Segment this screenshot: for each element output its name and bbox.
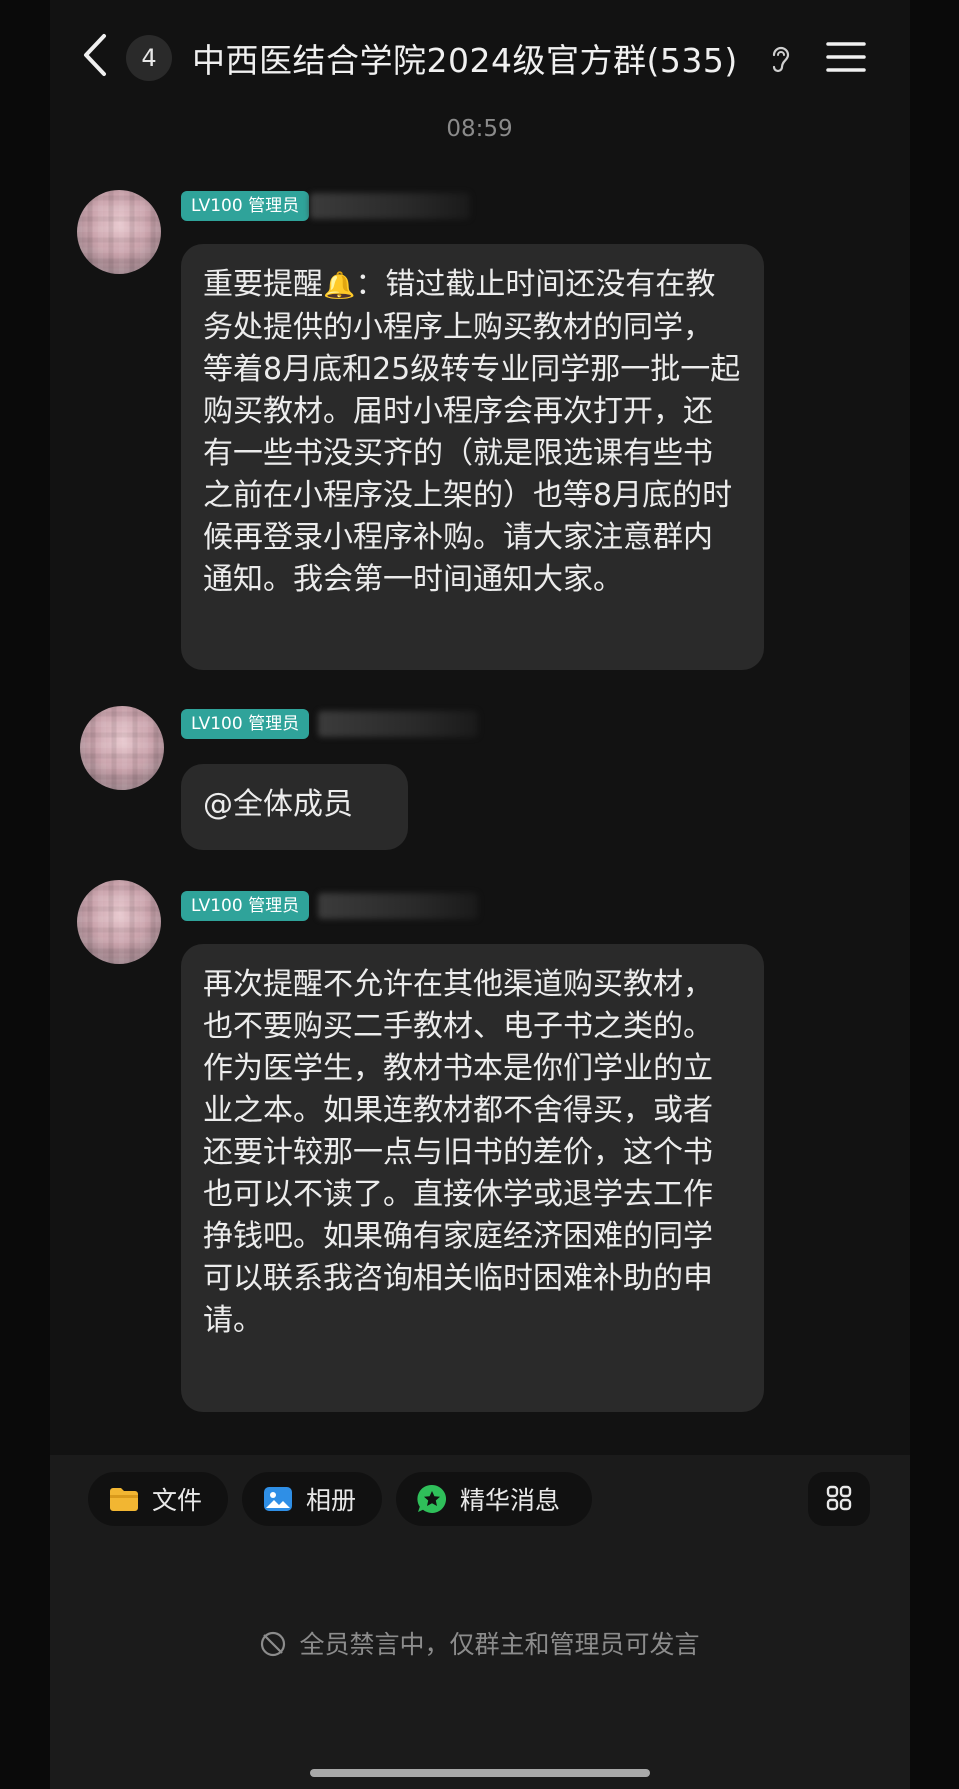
bell-icon: 🔔 bbox=[323, 271, 356, 301]
more-apps-button[interactable] bbox=[808, 1472, 870, 1526]
message-bubble[interactable]: @全体成员 bbox=[181, 764, 408, 850]
message-timestamp: 08:59 bbox=[446, 116, 513, 142]
sender-name-blurred bbox=[318, 893, 478, 919]
message-bubble[interactable]: 再次提醒不允许在其他渠道购买教材，也不要购买二手教材、电子书之类的。作为医学生，… bbox=[181, 944, 764, 1412]
files-button[interactable]: 文件 bbox=[88, 1472, 228, 1526]
highlights-button[interactable]: 精华消息 bbox=[396, 1472, 592, 1526]
mute-icon bbox=[261, 1631, 286, 1657]
message-text: 再次提醒不允许在其他渠道购买教材，也不要购买二手教材、电子书之类的。作为医学生，… bbox=[203, 967, 713, 1338]
avatar[interactable] bbox=[80, 706, 164, 790]
star-chat-icon bbox=[417, 1484, 447, 1513]
avatar[interactable] bbox=[77, 190, 161, 274]
album-button[interactable]: 相册 bbox=[242, 1472, 382, 1526]
home-indicator[interactable] bbox=[310, 1769, 650, 1777]
folder-icon bbox=[110, 1488, 138, 1511]
admin-level-badge: LV100 管理员 bbox=[181, 191, 310, 221]
message-text-lead: 重要提醒 bbox=[203, 267, 323, 302]
files-label: 文件 bbox=[152, 1486, 203, 1515]
sender-name-blurred bbox=[318, 711, 478, 737]
album-label: 相册 bbox=[306, 1486, 357, 1515]
mute-notice-text: 全员禁言中，仅群主和管理员可发言 bbox=[299, 1630, 700, 1659]
menu-icon[interactable] bbox=[826, 40, 866, 74]
group-title[interactable]: 中西医结合学院2024级官方群(535) bbox=[192, 34, 738, 82]
back-arrow-icon[interactable] bbox=[80, 30, 110, 80]
earpiece-mode-icon bbox=[772, 46, 790, 73]
unread-count-badge[interactable]: 4 bbox=[126, 35, 172, 81]
mute-notice: 全员禁言中，仅群主和管理员可发言 bbox=[0, 1625, 959, 1661]
grid-more-icon bbox=[826, 1485, 852, 1511]
chat-header: 4 中西医结合学院2024级官方群(535) bbox=[0, 0, 959, 120]
highlights-label: 精华消息 bbox=[460, 1486, 561, 1515]
avatar[interactable] bbox=[77, 880, 161, 964]
message-bubble[interactable]: 重要提醒🔔：错过截止时间还没有在教务处提供的小程序上购买教材的同学，等着8月底和… bbox=[181, 244, 764, 670]
sender-name-blurred bbox=[310, 193, 470, 219]
message-text: ：错过截止时间还没有在教务处提供的小程序上购买教材的同学，等着8月底和25级转专… bbox=[203, 267, 741, 597]
admin-level-badge: LV100 管理员 bbox=[181, 709, 310, 739]
message-text: @全体成员 bbox=[203, 787, 353, 822]
photo-album-icon bbox=[264, 1487, 292, 1511]
admin-level-badge: LV100 管理员 bbox=[181, 891, 310, 921]
